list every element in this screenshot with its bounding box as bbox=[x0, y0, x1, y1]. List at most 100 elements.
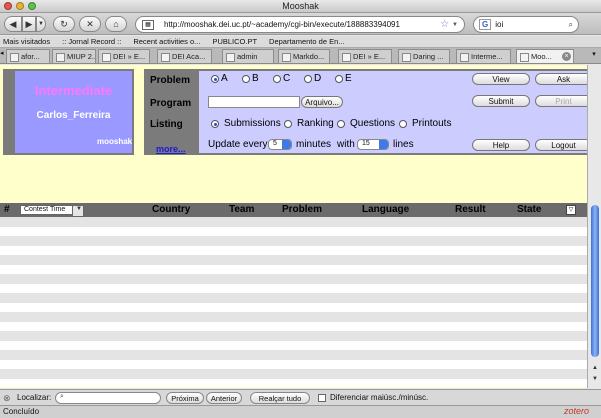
tab[interactable]: Markdo... bbox=[278, 49, 330, 63]
column-result: Result bbox=[455, 204, 486, 215]
search-engine-icon[interactable]: G bbox=[479, 19, 492, 30]
tab-label: MIUP 2... bbox=[67, 52, 96, 61]
site-favicon-icon: ▦ bbox=[142, 19, 154, 30]
tab[interactable]: afor... bbox=[6, 49, 50, 63]
update-minutes-value: 5 bbox=[273, 140, 277, 147]
navigation-toolbar: ◀ ▶ ▼ ↻ ✕ ⌂ ▦ http://mooshak.dei.uc.pt/~… bbox=[0, 13, 601, 35]
url-bar[interactable]: ▦ http://mooshak.dei.uc.pt/~academy/cgi-… bbox=[135, 16, 465, 33]
tab-label: afor... bbox=[21, 52, 40, 61]
reload-button[interactable]: ↻ bbox=[53, 16, 75, 32]
lines-value: 15 bbox=[362, 140, 370, 147]
tab-label: DEI » E... bbox=[353, 52, 386, 61]
listing-radio-questions[interactable] bbox=[337, 120, 345, 128]
tab[interactable]: DEI » E... bbox=[98, 49, 150, 63]
stop-button[interactable]: ✕ bbox=[79, 16, 101, 32]
close-tab-icon[interactable]: × bbox=[562, 52, 571, 61]
tab[interactable]: MIUP 2... bbox=[52, 49, 96, 63]
tab-list-icon[interactable]: ▾ bbox=[589, 50, 599, 61]
problem-radio-label: B bbox=[252, 73, 259, 84]
tab-label: admin bbox=[237, 52, 258, 61]
update-minutes-select[interactable]: 5 bbox=[268, 139, 292, 150]
tab-label: DEI Aca... bbox=[172, 52, 206, 61]
listing-radio-submissions[interactable] bbox=[211, 120, 219, 128]
filter-icon[interactable]: ▽ bbox=[566, 205, 576, 215]
find-previous-button[interactable]: Anterior bbox=[206, 392, 242, 404]
home-button[interactable]: ⌂ bbox=[105, 16, 127, 32]
view-button[interactable]: View bbox=[472, 73, 530, 85]
zotero-icon[interactable]: zotero bbox=[564, 406, 589, 416]
ask-button[interactable]: Ask bbox=[535, 73, 587, 85]
tab[interactable]: Interme... bbox=[456, 49, 511, 63]
forward-button[interactable]: ▶ bbox=[22, 16, 36, 32]
column-problem: Problem bbox=[282, 204, 323, 215]
submit-button[interactable]: Submit bbox=[472, 95, 530, 107]
scrollbar-thumb[interactable] bbox=[591, 205, 599, 357]
search-input[interactable]: ioi bbox=[495, 20, 568, 29]
status-text: Concluído bbox=[3, 407, 40, 416]
tab[interactable]: Daring ... bbox=[398, 49, 450, 63]
url-text[interactable]: http://mooshak.dei.uc.pt/~academy/cgi-bi… bbox=[164, 20, 436, 29]
match-case-checkbox[interactable] bbox=[318, 394, 326, 402]
tab-label: DEI » E... bbox=[113, 52, 146, 61]
window-titlebar: Mooshak bbox=[0, 0, 601, 13]
more-link[interactable]: more... bbox=[156, 144, 186, 154]
find-next-button[interactable]: Próxima bbox=[166, 392, 204, 404]
minutes-label: minutes bbox=[296, 139, 332, 150]
submissions-table-header: # Contest Time ▼ Country Team Problem La… bbox=[0, 203, 587, 217]
tab-label: Interme... bbox=[471, 52, 503, 61]
history-dropdown-button[interactable]: ▼ bbox=[36, 16, 46, 32]
problem-radio-e[interactable] bbox=[335, 75, 343, 83]
tab-label: Moo... bbox=[531, 52, 552, 61]
program-label: Program bbox=[150, 98, 192, 109]
close-find-icon[interactable]: ⊗ bbox=[3, 393, 11, 404]
match-case-label: Diferenciar maiúsc./minúsc. bbox=[330, 393, 429, 402]
problem-label: Problem bbox=[150, 75, 191, 86]
listing-radio-label: Ranking bbox=[297, 118, 334, 129]
bookmark-item[interactable]: Mais visitados bbox=[3, 37, 50, 46]
search-bar[interactable]: G ioi ⌕ bbox=[473, 16, 579, 33]
bookmark-item[interactable]: Departamento de En... bbox=[269, 37, 344, 46]
bookmark-item[interactable]: PUBLICO.PT bbox=[212, 37, 257, 46]
team-name: Carlos_Ferreira bbox=[36, 110, 111, 121]
contest-time-select[interactable]: Contest Time bbox=[20, 205, 84, 217]
lines-select[interactable]: 15 bbox=[357, 139, 389, 150]
tab-label: Daring ... bbox=[413, 52, 444, 61]
listing-radio-label: Questions bbox=[350, 118, 396, 129]
problem-radio-b[interactable] bbox=[242, 75, 250, 83]
with-label: with bbox=[337, 139, 355, 150]
home-icon: ⌂ bbox=[113, 19, 119, 29]
problem-radio-c[interactable] bbox=[273, 75, 281, 83]
help-button[interactable]: Help bbox=[472, 139, 530, 151]
stop-icon: ✕ bbox=[86, 18, 94, 29]
back-button[interactable]: ◀ bbox=[4, 16, 22, 32]
bookmark-item[interactable]: Recent activities o... bbox=[133, 37, 200, 46]
bookmark-item[interactable]: :: Jornal Record :: bbox=[62, 37, 121, 46]
highlight-all-button[interactable]: Realçar tudo bbox=[250, 392, 310, 404]
find-input[interactable]: ⌕ bbox=[55, 392, 161, 404]
tab[interactable]: DEI » E... bbox=[338, 49, 392, 63]
listing-radio-ranking[interactable] bbox=[284, 120, 292, 128]
problem-radio-d[interactable] bbox=[304, 75, 312, 83]
lines-label: lines bbox=[393, 139, 414, 150]
scroll-down-icon[interactable]: ▼ bbox=[589, 376, 601, 386]
search-icon[interactable]: ⌕ bbox=[569, 20, 573, 30]
chevron-down-icon: ▼ bbox=[76, 206, 82, 212]
tab[interactable]: admin bbox=[222, 49, 274, 63]
problem-radio-label: E bbox=[345, 73, 352, 84]
submissions-table-rows bbox=[0, 217, 587, 387]
tab[interactable]: DEI Aca... bbox=[157, 49, 212, 63]
problem-radio-a[interactable] bbox=[211, 75, 219, 83]
find-label: Localizar: bbox=[17, 393, 52, 402]
listing-radio-printouts[interactable] bbox=[399, 120, 407, 128]
choose-file-button[interactable]: Arquivo... bbox=[301, 96, 343, 108]
print-button[interactable]: Print bbox=[535, 95, 587, 107]
program-file-field[interactable] bbox=[208, 96, 300, 108]
page-scrollbar[interactable]: ▲ ▼ bbox=[587, 65, 601, 388]
scroll-up-icon[interactable]: ▲ bbox=[589, 365, 601, 375]
tab-active[interactable]: Moo... × bbox=[516, 49, 574, 63]
bookmark-star-icon[interactable]: ☆ bbox=[440, 19, 449, 30]
column-team: Team bbox=[229, 204, 255, 215]
url-dropdown-icon[interactable]: ▼ bbox=[452, 22, 458, 28]
logout-button[interactable]: Logout bbox=[535, 139, 587, 151]
contest-info-panel: Intermediate Carlos_Ferreira mooshak bbox=[3, 69, 134, 155]
